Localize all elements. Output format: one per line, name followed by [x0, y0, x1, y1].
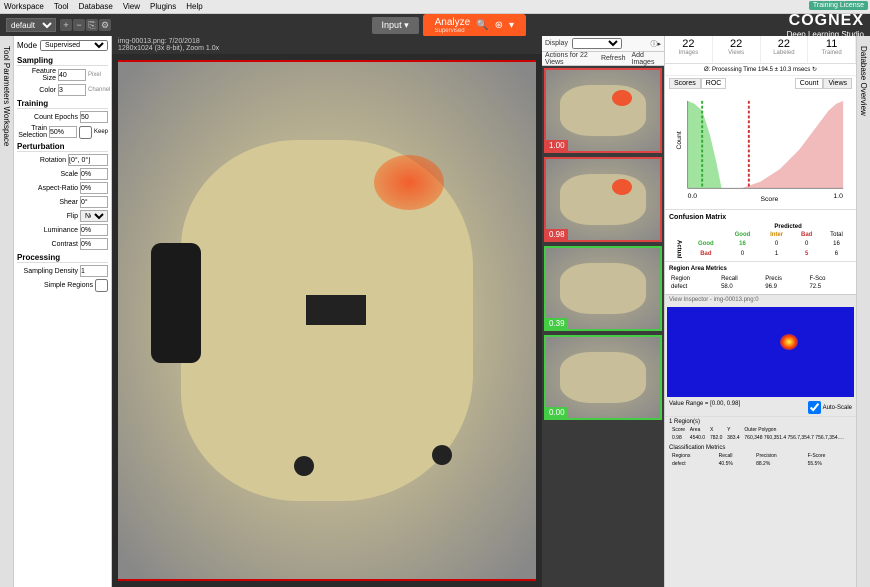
train-selection-input[interactable] [49, 126, 77, 138]
history-icon[interactable]: ↻ [812, 67, 817, 73]
tab-scores[interactable]: Scores [669, 78, 701, 89]
luminance-input[interactable] [80, 224, 108, 236]
thumbnail-item[interactable]: 1.00 [544, 68, 662, 153]
stat-views: 22Views [713, 36, 761, 63]
expand-icon[interactable]: ▸ [657, 40, 661, 48]
license-badge: Training License [809, 1, 868, 10]
defect-overlay [374, 155, 444, 210]
training-header: Training [17, 99, 108, 109]
refresh-link[interactable]: Refresh [601, 55, 626, 62]
search-icon: 🔍 [476, 20, 488, 31]
info-icon[interactable]: ⓘ [650, 39, 657, 49]
menu-workspace[interactable]: Workspace [4, 2, 44, 11]
flip-select[interactable]: None [80, 210, 108, 222]
add-button[interactable]: + [60, 19, 72, 31]
feature-size-input[interactable] [58, 69, 86, 81]
sampling-density-input[interactable] [80, 265, 108, 277]
thumbnail-item[interactable]: 0.98 [544, 157, 662, 242]
svg-text:0.0: 0.0 [688, 193, 698, 200]
menu-tool[interactable]: Tool [54, 2, 69, 11]
auto-scale-checkbox[interactable] [808, 401, 821, 414]
stat-images: 22Images [665, 36, 713, 63]
region-metrics-table: RegionRecallPrecisF-Sco defect58.096.972… [669, 274, 852, 292]
config-button[interactable]: ⚙ [99, 19, 111, 31]
confusion-table: Predicted GoodInterBadTotal ActualGood16… [669, 223, 852, 259]
stat-trained: 11Trained [808, 36, 856, 63]
region-metrics-title: Region Area Metrics [669, 266, 852, 272]
main-image[interactable] [112, 54, 542, 587]
svg-text:Count: Count [676, 131, 683, 149]
menu-plugins[interactable]: Plugins [150, 2, 176, 11]
aspect-input[interactable] [80, 182, 108, 194]
perturbation-header: Perturbation [17, 142, 108, 152]
contrast-input[interactable] [80, 238, 108, 250]
mode-select[interactable]: Supervised [40, 40, 108, 51]
menu-view[interactable]: View [123, 2, 140, 11]
menubar: Workspace Tool Database View Plugins Hel… [0, 0, 870, 14]
menu-help[interactable]: Help [186, 2, 202, 11]
overview-panel: 22Images 22Views 22Labeled 11Trained Ø: … [664, 36, 856, 587]
simple-regions-checkbox[interactable] [95, 279, 108, 292]
analyze-button[interactable]: AnalyzeSupervised 🔍 ⊛ ▾ [423, 14, 526, 37]
thumbnail-item[interactable]: 0.39 [544, 246, 662, 331]
viewer-header: img-00013.png: 7/20/2018 1280x1024 (3x 8… [112, 36, 542, 54]
menu-database[interactable]: Database [79, 2, 113, 11]
sampling-header: Sampling [17, 56, 108, 66]
rotation-input[interactable] [68, 154, 108, 166]
tab-count[interactable]: Count [795, 78, 824, 89]
keep-checkbox[interactable] [79, 126, 92, 139]
display-select[interactable] [572, 38, 622, 49]
processing-time: Ø: Processing Time 194.5 ± 10.3 msecs ↻ [665, 64, 856, 76]
tab-views[interactable]: Views [823, 78, 852, 89]
processing-header: Processing [17, 253, 108, 263]
regions-table: ScoreAreaXYOuter Polygon 0.984540.0782.0… [669, 425, 852, 443]
add-images-link[interactable]: Add Images [632, 52, 662, 66]
mode-label: Mode [17, 41, 37, 50]
tool-parameters-panel: ModeSupervised Sampling Feature SizePixe… [14, 36, 112, 587]
color-input[interactable] [58, 84, 86, 96]
view-inspector: View Inspector - img-00013.png:0 Value R… [665, 294, 856, 587]
thumbnails-panel: Displayⓘ▸ Actions for 22 ViewsRefreshAdd… [542, 36, 664, 587]
scale-input[interactable] [80, 168, 108, 180]
brand: COGNEX Deep Learning Studio [787, 12, 864, 39]
svg-text:1.0: 1.0 [833, 193, 843, 200]
epochs-input[interactable] [80, 111, 108, 123]
classification-table: RegionsRecallPrecisionF-Score defect40.5… [669, 451, 852, 469]
score-chart[interactable]: 0.0 1.0 Score Count [665, 90, 856, 210]
thumbnail-item[interactable]: 0.00 [544, 335, 662, 420]
brain-icon: ⊛ [495, 20, 503, 31]
right-side-tab[interactable]: Database Overview [856, 36, 870, 587]
confusion-title: Confusion Matrix [669, 214, 852, 221]
thumbnail-list[interactable]: 1.000.980.390.00 [542, 66, 664, 587]
left-side-tabs[interactable]: Tool Parameters Workspace [0, 36, 14, 587]
svg-text:Score: Score [761, 196, 779, 203]
workspace-select[interactable]: default [6, 18, 56, 32]
copy-button[interactable]: ⎘ [86, 19, 98, 31]
tab-roc[interactable]: ROC [701, 78, 727, 89]
topbar: default + − ⎘ ⚙ Input ▾ AnalyzeSupervise… [0, 14, 870, 36]
shear-input[interactable] [80, 196, 108, 208]
chevron-down-icon: ▾ [509, 20, 514, 31]
input-button[interactable]: Input ▾ [372, 17, 419, 34]
stat-labeled: 22Labeled [761, 36, 809, 63]
image-viewer: img-00013.png: 7/20/2018 1280x1024 (3x 8… [112, 36, 542, 587]
heatmap-view[interactable] [667, 307, 854, 397]
actions-link[interactable]: Actions for 22 Views [545, 52, 595, 66]
remove-button[interactable]: − [73, 19, 85, 31]
